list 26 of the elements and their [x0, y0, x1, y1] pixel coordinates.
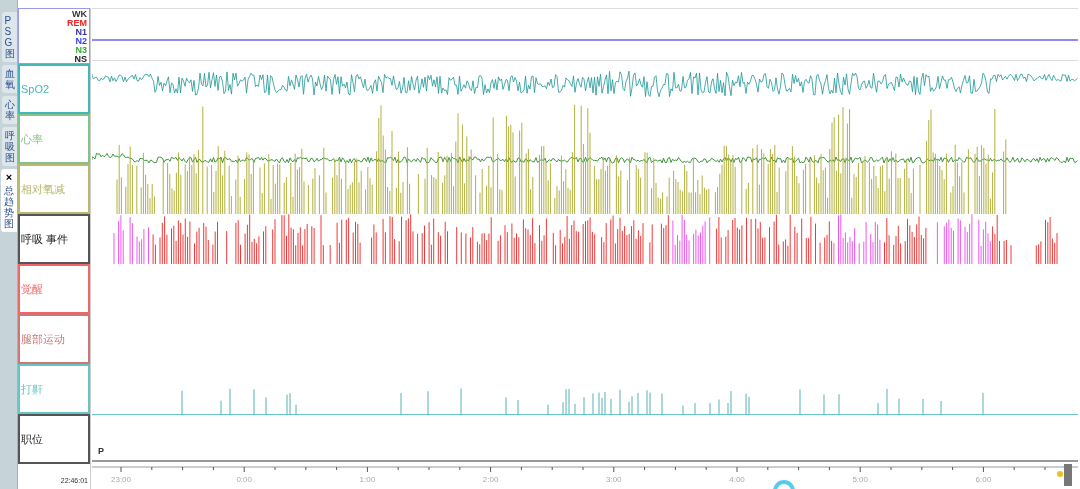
- time-label: 3:00: [606, 475, 622, 484]
- channel-label[interactable]: 呼吸 事件: [18, 214, 90, 264]
- channel-label[interactable]: 职位: [18, 414, 90, 464]
- bulb-icon[interactable]: [1057, 464, 1072, 486]
- time-label: 5:00: [852, 475, 868, 484]
- time-label: 1:00: [359, 475, 376, 484]
- side-tab[interactable]: 血氧: [2, 65, 17, 93]
- side-tab[interactable]: × 总趋势图: [1, 169, 17, 232]
- time-label: 6:00: [975, 475, 992, 484]
- position-marker: P: [98, 446, 104, 456]
- time-label: 2:00: [482, 475, 499, 484]
- time-label: 0:00: [236, 475, 252, 484]
- time-label: 23:00: [111, 475, 131, 484]
- stage-label: N2: [75, 37, 87, 46]
- tab-label: 总趋势图: [4, 185, 14, 229]
- time-label: 4:00: [729, 475, 745, 484]
- side-tab[interactable]: 心率: [2, 96, 17, 124]
- side-tab[interactable]: 呼吸图: [2, 127, 17, 166]
- close-button[interactable]: ×: [5, 172, 13, 183]
- stage-label: N3: [75, 46, 87, 55]
- channel-label[interactable]: 腿部运动: [18, 314, 90, 364]
- stage-label: WK: [72, 10, 87, 19]
- side-tab[interactable]: PSG图: [2, 12, 17, 62]
- stage-label: N1: [75, 28, 87, 37]
- stage-label: REM: [67, 19, 87, 28]
- stage-label: NS: [74, 55, 87, 64]
